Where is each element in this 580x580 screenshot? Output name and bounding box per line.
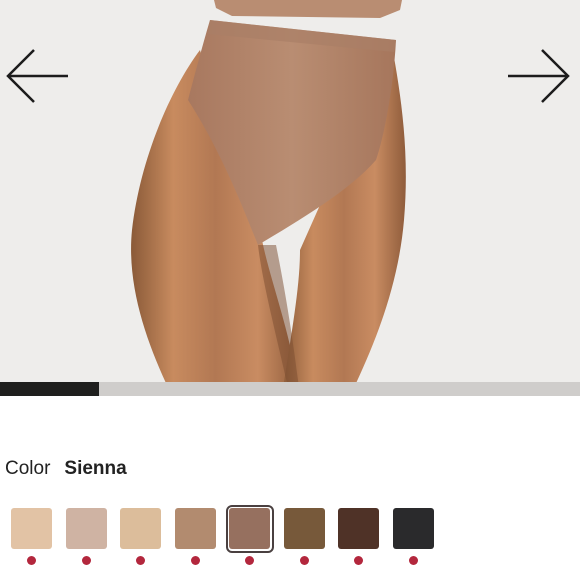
color-swatch[interactable] xyxy=(172,505,220,553)
availability-dot xyxy=(408,556,418,565)
carousel-progress-track xyxy=(0,382,580,396)
availability-dot xyxy=(136,556,145,565)
color-swatch[interactable] xyxy=(8,505,56,553)
color-swatch[interactable] xyxy=(117,505,165,553)
product-image xyxy=(0,0,580,396)
color-swatch-chip[interactable] xyxy=(11,508,52,549)
color-selector-label: Color Sienna xyxy=(5,458,127,484)
color-swatch-chip[interactable] xyxy=(229,508,270,549)
carousel-progress-fill xyxy=(0,382,99,396)
arrow-left-icon xyxy=(6,49,68,103)
availability-dot xyxy=(245,556,254,565)
availability-dot xyxy=(81,556,91,565)
previous-image-button[interactable] xyxy=(4,46,70,106)
availability-dot xyxy=(299,556,309,565)
color-swatch-chip[interactable] xyxy=(120,508,161,549)
product-page: Color Sienna xyxy=(0,0,580,580)
color-swatch[interactable] xyxy=(281,505,329,553)
color-swatch[interactable] xyxy=(335,505,383,553)
product-photo xyxy=(0,0,580,396)
color-swatch-chip[interactable] xyxy=(174,508,216,549)
color-swatch-chip[interactable] xyxy=(392,508,434,549)
availability-dot xyxy=(190,556,200,565)
availability-dot xyxy=(27,556,36,565)
color-swatch-chip[interactable] xyxy=(65,508,107,549)
availability-dot xyxy=(354,556,363,565)
color-label: Color xyxy=(5,458,51,479)
selected-color-name: Sienna xyxy=(64,458,127,479)
next-image-button[interactable] xyxy=(506,46,572,106)
arrow-right-icon xyxy=(508,49,570,103)
color-swatch[interactable] xyxy=(390,505,438,553)
color-swatch-chip[interactable] xyxy=(283,508,325,549)
color-swatch[interactable] xyxy=(63,505,111,553)
color-swatch[interactable] xyxy=(226,505,274,553)
color-swatch-chip[interactable] xyxy=(338,508,379,549)
